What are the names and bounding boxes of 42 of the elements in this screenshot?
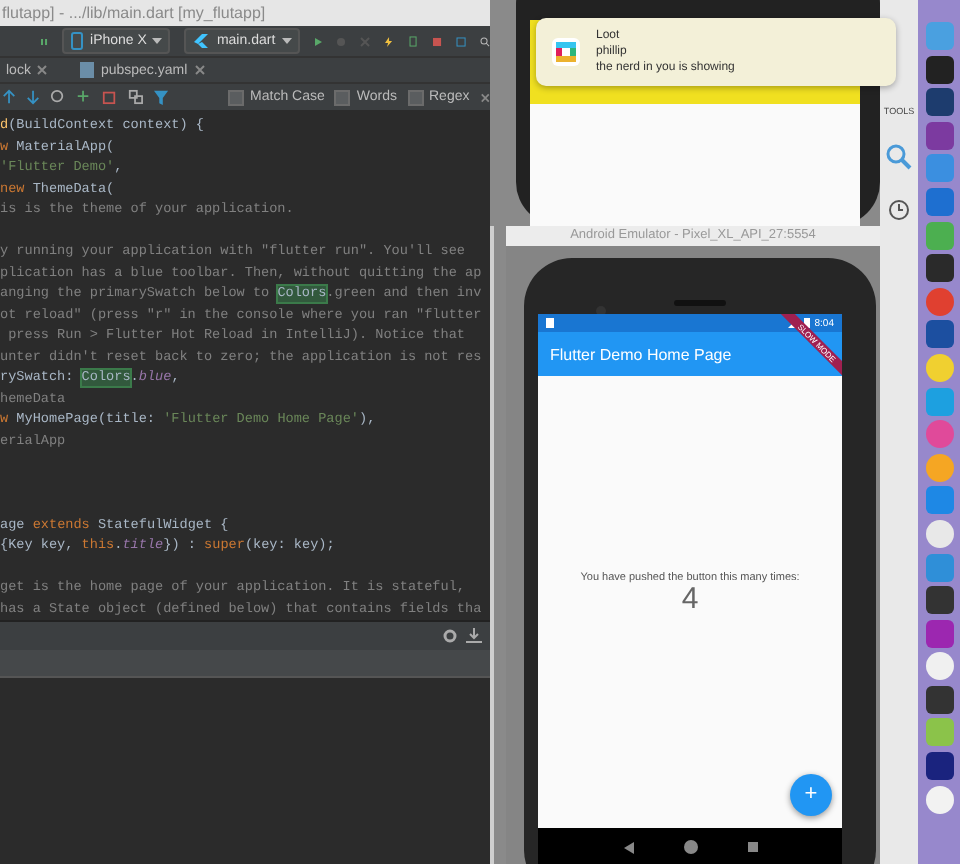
app-icon[interactable]	[925, 121, 953, 150]
phone-icon	[70, 32, 85, 50]
down-arrow-icon[interactable]	[26, 88, 41, 106]
alarm-clock-icon[interactable]	[888, 198, 910, 220]
caret-icon	[281, 36, 292, 46]
search-icon[interactable]	[886, 144, 912, 170]
filter-icon[interactable]	[153, 88, 170, 106]
app-icon[interactable]	[925, 254, 953, 283]
search-icon[interactable]	[479, 31, 491, 51]
close-icon[interactable]	[36, 64, 49, 76]
back-icon[interactable]	[623, 841, 633, 853]
up-arrow-icon[interactable]	[2, 88, 17, 106]
flutter-icon	[192, 32, 211, 50]
add-button[interactable]: +	[790, 774, 832, 816]
app-icon[interactable]	[925, 785, 953, 814]
recents-icon[interactable]	[747, 842, 757, 852]
app-icon	[552, 38, 580, 66]
window-title: flutapp] - .../lib/main.dart [my_flutapp]	[0, 0, 490, 26]
device-icon[interactable]	[407, 31, 418, 51]
counter-value: 4	[681, 584, 699, 616]
close-icon[interactable]	[479, 91, 491, 103]
app-bar-title: Flutter Demo Home Page	[550, 345, 732, 363]
download-icon[interactable]	[466, 628, 482, 644]
file-icon	[80, 62, 95, 78]
select-icon[interactable]	[127, 88, 144, 106]
add-icon[interactable]	[75, 88, 92, 106]
settings-icon[interactable]	[442, 628, 458, 644]
app-icon[interactable]	[925, 752, 953, 781]
caret-icon	[152, 36, 163, 46]
app-icon[interactable]	[925, 685, 953, 714]
app-icon[interactable]	[925, 320, 953, 349]
close-icon[interactable]	[193, 64, 206, 76]
app-icon[interactable]	[925, 652, 953, 681]
remove-icon[interactable]	[101, 88, 118, 106]
app-icon[interactable]	[925, 586, 953, 615]
app-icon[interactable]	[925, 88, 953, 117]
find-icon[interactable]	[50, 88, 66, 106]
layout-icon[interactable]	[455, 31, 466, 51]
app-icon[interactable]	[925, 55, 953, 84]
app-icon[interactable]	[925, 519, 953, 548]
sd-card-icon	[546, 318, 554, 328]
home-icon[interactable]	[683, 840, 697, 854]
